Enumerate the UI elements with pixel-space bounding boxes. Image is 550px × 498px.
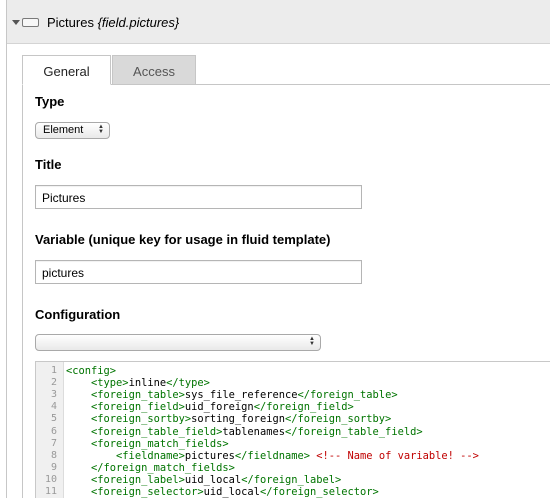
xml-tag: <foreign_selector> (91, 486, 204, 498)
configuration-label: Configuration (35, 307, 121, 322)
xml-text: uid_local (203, 486, 260, 498)
title-input[interactable]: Pictures (35, 185, 362, 209)
xml-text: sorting_foreign (191, 413, 285, 426)
code-line: <foreign_table>sys_file_reference</forei… (66, 389, 398, 401)
xml-tag: </foreign_selector> (259, 486, 379, 498)
collapse-triangle-icon[interactable] (12, 20, 20, 25)
line-number: 7 (50, 437, 57, 449)
xml-tag: </foreign_match_fields> (91, 461, 235, 474)
code-line: <config> (66, 365, 116, 377)
variable-input[interactable]: pictures (35, 260, 362, 284)
xml-tag: </foreign_sortby> (284, 413, 392, 426)
select-arrows-icon: ▲ ▼ (98, 124, 104, 135)
code-line: <foreign_label>uid_local</foreign_label> (66, 474, 341, 486)
configuration-select[interactable]: ▲ ▼ (35, 334, 321, 351)
field-key: {field.pictures} (97, 15, 180, 30)
tab-access[interactable]: Access (112, 55, 196, 85)
xml-tag: <foreign_sortby> (91, 413, 192, 426)
line-number: 5 (50, 413, 57, 425)
title-label: Title (35, 157, 62, 172)
xml-tag: </type> (166, 377, 210, 390)
select-arrows-icon: ▲ ▼ (309, 336, 315, 347)
xml-text: inline (128, 377, 167, 390)
xml-text: pictures (184, 449, 235, 462)
general-panel: Type Element ▲ ▼ Title Pictures Variable … (22, 84, 550, 498)
code-line: </foreign_match_fields> (66, 462, 235, 474)
field-header[interactable]: Pictures {field.pictures} (7, 0, 550, 44)
xml-text: tablenames (222, 425, 285, 438)
xml-tag: <foreign_table> (91, 389, 185, 402)
tab-general[interactable]: General (22, 55, 111, 85)
line-number: 9 (50, 461, 57, 473)
code-editor[interactable]: 1 2 3 4 5 6 7 8 9 10 11 <config> <type>inline</typ… (35, 361, 550, 498)
xml-tag: </foreign_label> (241, 473, 342, 486)
line-number: 11 (44, 486, 57, 497)
xml-text: uid_local (184, 473, 242, 486)
xml-tag: <foreign_label> (91, 473, 185, 486)
line-number-gutter: 1 2 3 4 5 6 7 8 9 10 11 (36, 362, 64, 498)
xml-tag: </foreign_table_field> (284, 425, 423, 438)
xml-tag: <fieldname> (116, 449, 185, 462)
line-number: 3 (50, 389, 57, 401)
code-line: <type>inline</type> (66, 377, 210, 389)
type-select[interactable]: Element ▲ ▼ (35, 122, 110, 139)
xml-text: uid_foreign (184, 401, 254, 414)
type-select-value: Element (43, 124, 84, 136)
line-number: 2 (50, 377, 57, 389)
code-line: <foreign_sortby>sorting_foreign</foreign… (66, 413, 391, 425)
xml-tag: <config> (66, 365, 117, 377)
variable-label: Variable (unique key for usage in fluid … (35, 232, 331, 247)
line-number: 1 (50, 365, 57, 376)
field-element: Pictures {field.pictures} General Access… (6, 0, 550, 498)
xml-tag: </foreign_field> (253, 401, 354, 414)
type-label: Type (35, 94, 65, 109)
line-number: 4 (50, 401, 57, 413)
xml-tag: <foreign_field> (91, 401, 185, 414)
xml-tag: <foreign_match_fields> (91, 437, 229, 450)
code-line: <foreign_field>uid_foreign</foreign_fiel… (66, 401, 354, 413)
xml-tag: <foreign_table_field> (91, 425, 223, 438)
code-line: <foreign_match_fields> (66, 438, 229, 450)
code-line: <foreign_table_field>tablenames</foreign… (66, 426, 423, 438)
field-title: Pictures {field.pictures} (47, 15, 179, 30)
line-number: 8 (50, 449, 57, 461)
code-line: <foreign_selector>uid_local</foreign_sel… (66, 486, 379, 498)
xml-text: sys_file_reference (184, 389, 298, 402)
xml-tag: <type> (91, 377, 129, 390)
field-name: Pictures (47, 15, 94, 30)
xml-tag: </fieldname> (234, 449, 310, 462)
xml-tag: </foreign_table> (297, 389, 398, 402)
code-line: <fieldname>pictures</fieldname> <!-- Nam… (66, 450, 479, 462)
xml-comment: <!-- Name of variable! --> (316, 449, 479, 462)
line-number: 6 (50, 425, 57, 437)
text-field-icon (22, 18, 39, 27)
line-number: 10 (44, 473, 57, 485)
